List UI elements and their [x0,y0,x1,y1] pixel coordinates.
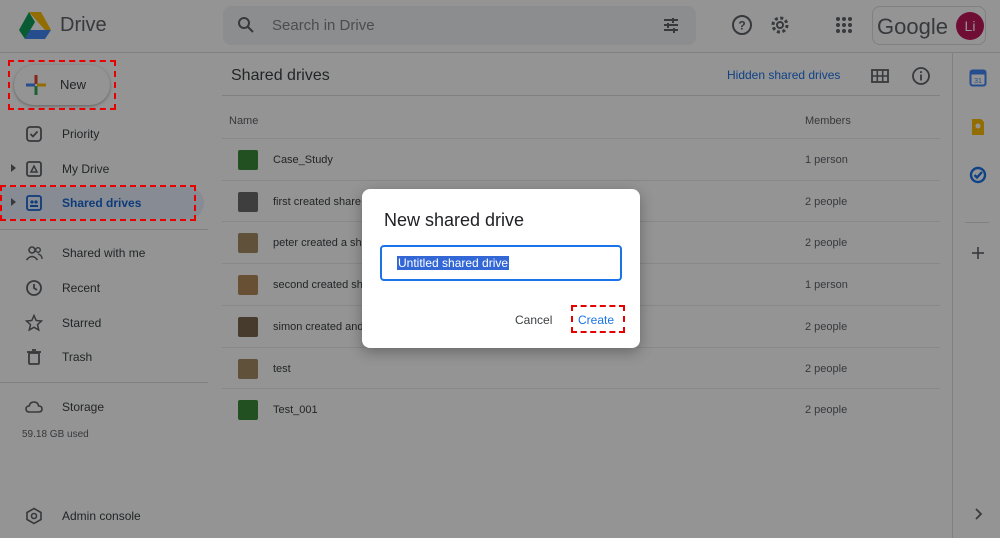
shared-drive-name-value: Untitled shared drive [397,256,510,270]
create-button-highlight [571,305,625,333]
cancel-button[interactable]: Cancel [515,313,552,327]
shared-drive-name-input[interactable]: Untitled shared drive [380,245,622,281]
new-shared-drive-dialog: New shared drive Untitled shared drive C… [362,189,640,348]
dialog-title: New shared drive [384,210,525,230]
new-button-highlight [8,60,116,110]
shared-drives-highlight [0,185,196,221]
